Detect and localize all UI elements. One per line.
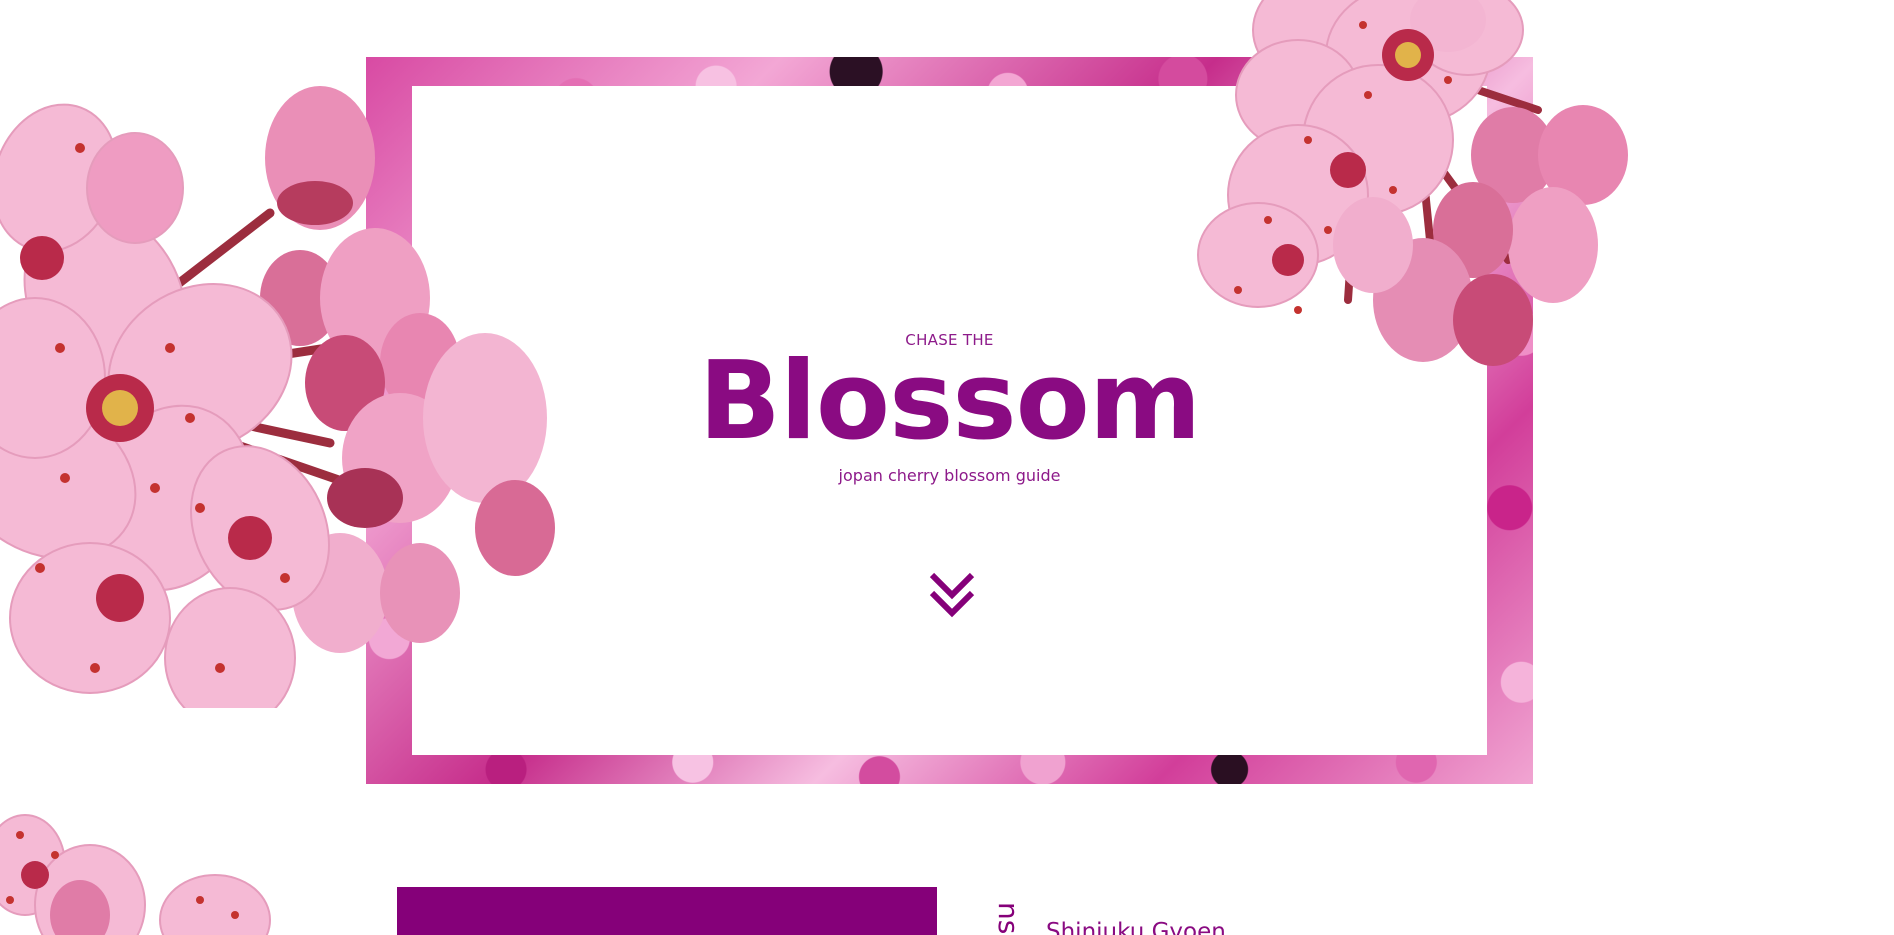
hero-subtitle: jopan cherry blossom guide [838, 466, 1061, 485]
hero-panel: CHASE THE Blossom jopan cherry blossom g… [412, 86, 1487, 755]
location-title: Shinjuku Gyoen [1046, 919, 1226, 935]
cherry-blossom-bottom-left-image [0, 814, 271, 935]
floral-frame: CHASE THE Blossom jopan cherry blossom g… [366, 57, 1533, 784]
section-vertical-heading: ns [993, 902, 1023, 935]
landing-page: CHASE THE Blossom jopan cherry blossom g… [0, 0, 1894, 935]
double-chevron-down-icon[interactable] [928, 571, 976, 621]
featured-card[interactable] [397, 887, 937, 935]
hero-title: Blossom [698, 339, 1202, 464]
section-vertical-heading-text: ns [993, 902, 1023, 935]
